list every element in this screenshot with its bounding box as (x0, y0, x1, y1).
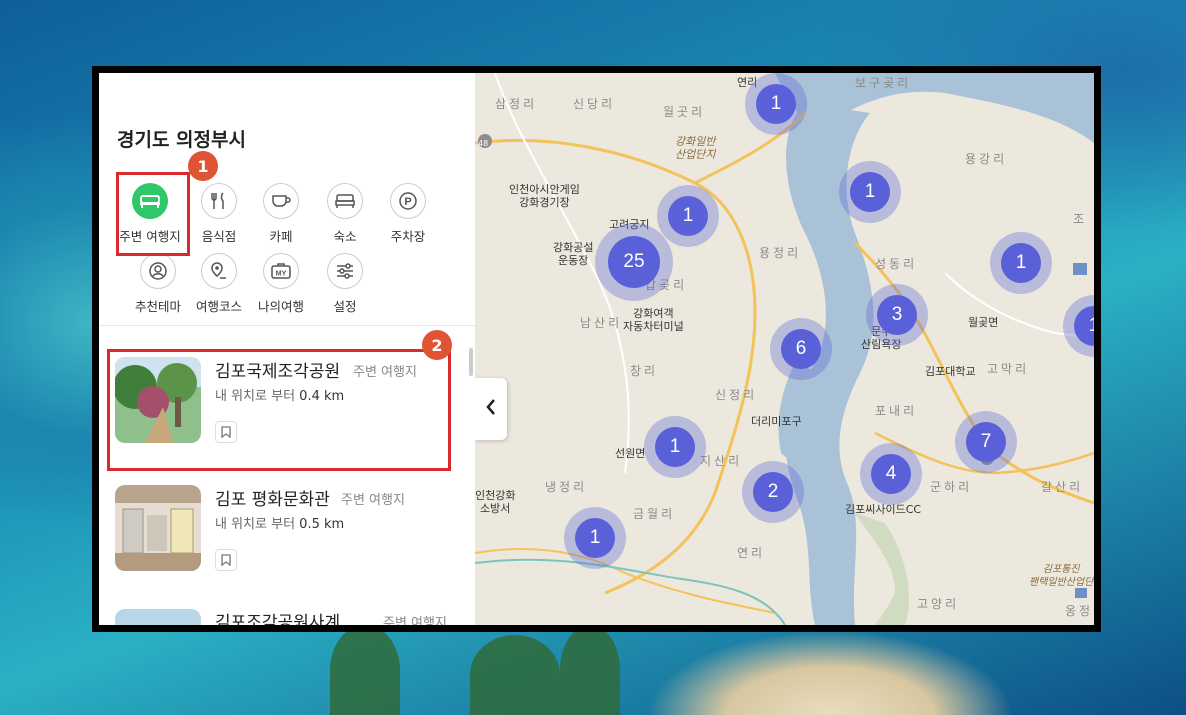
region-title: 경기도 의정부시 (117, 129, 246, 151)
map-label: 지산리 (700, 454, 743, 468)
map-label: 보구곶리 (855, 76, 912, 90)
category-label: 주차장 (390, 229, 426, 244)
map-label: 옹정 (1065, 604, 1094, 618)
map-label: 연리 (737, 546, 766, 560)
place-distance: 내 위치로 부터 0.5 km (215, 517, 345, 532)
map-label: 김포대학교 (925, 365, 976, 378)
category-my-trip[interactable]: MY 나의여행 (250, 253, 312, 315)
category-label: 여행코스 (195, 299, 242, 314)
category-lodging[interactable]: 숙소 (314, 183, 376, 245)
map-label: 더리미포구 (751, 415, 802, 428)
map-label: 고양리 (917, 597, 960, 611)
sliders-icon (327, 253, 363, 289)
highlight-box-place (107, 349, 451, 471)
map-label: 삼정리 (495, 97, 538, 111)
chevron-left-icon (485, 398, 497, 420)
place-thumbnail (115, 485, 201, 571)
place-name: 김포 평화문화관 (215, 490, 330, 510)
place-name: 김포조각공원사계… (215, 613, 358, 625)
background-tree (470, 635, 560, 715)
map-label: 금월리 (633, 507, 676, 521)
background-tree (330, 625, 400, 715)
place-card[interactable]: 김포조각공원사계… 주변 여행지 (99, 591, 475, 625)
map-label: 인천아시안게임 강화경기장 (509, 183, 580, 209)
map-label: 포내리 (875, 404, 918, 418)
bookmark-icon[interactable] (215, 549, 237, 571)
svg-text:MY: MY (276, 271, 287, 278)
category-label: 나의여행 (257, 299, 304, 314)
coffee-cup-icon (263, 183, 299, 219)
annotation-badge-2: 2 (422, 330, 452, 360)
category-settings[interactable]: 설정 (314, 253, 376, 315)
route-pin-icon (201, 253, 237, 289)
map-label: 신당리 (573, 97, 616, 111)
map-label: 강화여객 자동차터미널 (623, 307, 684, 333)
category-parking[interactable]: P 주차장 (377, 183, 439, 245)
map-label: 월곶면 (968, 316, 999, 329)
map-label: 월곳리 (663, 105, 706, 119)
place-type: 주변 여행지 (383, 616, 447, 625)
parking-icon: P (390, 183, 426, 219)
svg-text:P: P (404, 196, 411, 208)
map-label: 남산리 (580, 316, 623, 330)
my-suitcase-icon: MY (263, 253, 299, 289)
map-label: 용강리 (965, 152, 1008, 166)
category-travel-course[interactable]: 여행코스 (188, 253, 250, 315)
bed-outline-icon (327, 183, 363, 219)
divider (99, 325, 475, 326)
fork-knife-icon (201, 183, 237, 219)
list-scrollbar[interactable] (469, 348, 473, 376)
place-thumbnail (115, 609, 201, 625)
map-label: 성동리 (875, 257, 918, 271)
map-label: 군하리 (930, 480, 973, 494)
background-tree (560, 625, 620, 715)
category-label: 숙소 (333, 229, 357, 244)
map-view[interactable]: 48 56 삼정리 신당리 월곳리 보구곶리 강화일반산업단지 인천아시안게임강… (475, 73, 1094, 625)
map-label: 강화공설 운동장 (553, 241, 594, 267)
map-label: 고막리 (987, 362, 1030, 376)
map-label: 용정리 (759, 246, 802, 260)
category-restaurant[interactable]: 음식점 (188, 183, 250, 245)
category-label: 음식점 (201, 229, 237, 244)
place-type: 주변 여행지 (341, 493, 405, 508)
map-label: 냉정리 (545, 480, 588, 494)
category-recommended-theme[interactable]: 추천테마 (127, 253, 189, 315)
category-label: 카페 (269, 229, 293, 244)
highlight-box-category (116, 172, 190, 256)
category-label: 추천테마 (134, 299, 181, 314)
place-card[interactable]: 김포 평화문화관 주변 여행지 내 위치로 부터 0.5 km (99, 459, 475, 583)
road-number-48: 48 (478, 139, 489, 148)
sidebar: 경기도 의정부시 주변 여행지 음식점 카페 숙소 P 주차장 추천테마 여행코… (99, 73, 475, 625)
annotation-badge-1: 1 (188, 151, 218, 181)
map-label: 선원면 (615, 447, 646, 460)
category-cafe[interactable]: 카페 (250, 183, 312, 245)
app-window: 경기도 의정부시 주변 여행지 음식점 카페 숙소 P 주차장 추천테마 여행코… (92, 66, 1101, 632)
map-label: 신정리 (715, 388, 758, 402)
map-label: 김포통진 팬택일반산업단 (1029, 564, 1094, 588)
category-label: 설정 (333, 299, 357, 314)
map-label: 갈산리 (1041, 480, 1084, 494)
collapse-sidebar-button[interactable] (475, 378, 507, 440)
map-label: 창리 (630, 364, 659, 378)
globe-pin-icon (140, 253, 176, 289)
map-label: 인천강화 소방서 (475, 489, 516, 515)
map-label: 김포씨사이드CC (845, 503, 922, 516)
map-label: 강화일반 산업단지 (675, 135, 716, 161)
map-label: 조 (1073, 212, 1088, 226)
